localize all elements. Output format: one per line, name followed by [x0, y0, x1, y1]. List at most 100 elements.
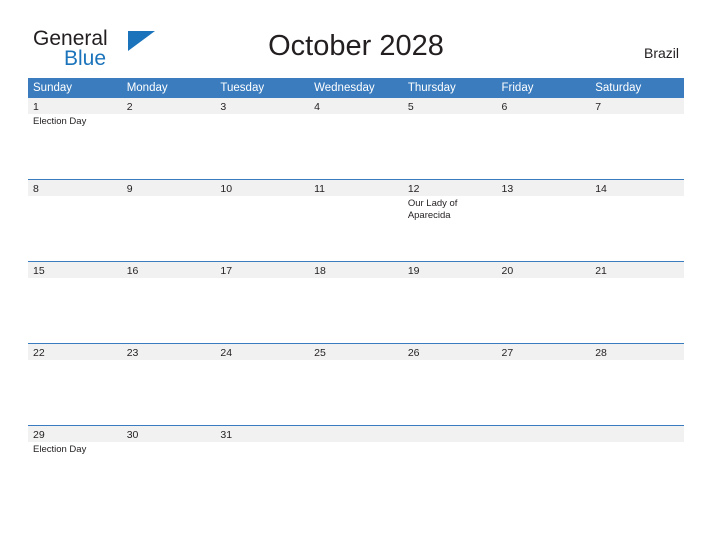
calendar-table: Sunday Monday Tuesday Wednesday Thursday Frid… [28, 78, 684, 507]
calendar-cell-day-26[interactable]: 26 [402, 343, 497, 426]
page-title: October 2028 [268, 30, 444, 62]
calendar-cell-day-15[interactable]: 15 [28, 261, 122, 344]
calendar-cell-day-20[interactable]: 20 [496, 261, 591, 344]
day-number: 8 [28, 180, 122, 196]
calendar-cell-day-27[interactable]: 27 [496, 343, 591, 426]
calendar-cell-day-4[interactable]: 4 [309, 98, 403, 180]
weekday-header-thursday: Thursday [402, 78, 497, 98]
calendar-cell-day-3[interactable]: 3 [215, 98, 310, 180]
calendar-cell-day-13[interactable]: 13 [496, 179, 591, 262]
day-number: 26 [402, 344, 497, 360]
calendar-cell-day-16[interactable]: 16 [121, 261, 216, 344]
day-number [590, 426, 684, 442]
day-number: 4 [309, 98, 403, 114]
calendar-week-row: 22 23 24 25 26 27 28 [28, 343, 684, 426]
day-number: 30 [121, 426, 216, 442]
day-number: 1 [28, 98, 122, 114]
calendar-cell-day-31[interactable]: 31 [215, 425, 310, 507]
calendar-cell-empty [402, 425, 497, 507]
day-number: 16 [121, 262, 216, 278]
day-events [309, 360, 403, 362]
day-number: 11 [309, 180, 403, 196]
event-label: Election Day [33, 116, 87, 127]
day-events [590, 196, 684, 198]
day-number: 13 [496, 180, 591, 196]
calendar-cell-day-21[interactable]: 21 [590, 261, 684, 344]
day-number: 10 [215, 180, 310, 196]
day-events: Election Day [28, 442, 122, 456]
calendar-cell-day-1[interactable]: 1 Election Day [28, 98, 122, 180]
day-events [122, 360, 216, 362]
day-events [497, 114, 591, 116]
event-label: Our Lady of Aparecida [407, 198, 458, 221]
day-events [403, 278, 497, 280]
calendar-cell-day-18[interactable]: 18 [309, 261, 403, 344]
day-events [497, 196, 591, 198]
day-number: 3 [215, 98, 310, 114]
calendar-cell-day-2[interactable]: 2 [121, 98, 216, 180]
day-number: 15 [28, 262, 122, 278]
day-events [122, 196, 216, 198]
day-number: 28 [590, 344, 684, 360]
calendar-cell-day-9[interactable]: 9 [121, 179, 216, 262]
day-number: 7 [590, 98, 684, 114]
day-events [215, 196, 309, 198]
day-number: 6 [496, 98, 591, 114]
calendar-cell-day-25[interactable]: 25 [309, 343, 403, 426]
day-events [28, 196, 122, 198]
calendar-cell-day-7[interactable]: 7 [590, 98, 684, 180]
day-events [28, 278, 122, 280]
calendar-cell-day-6[interactable]: 6 [496, 98, 591, 180]
day-events [497, 360, 591, 362]
calendar-body: 1 Election Day 2 3 4 5 6 7 8 9 10 11 12 Our Lady of A… [28, 98, 684, 507]
calendar-cell-day-23[interactable]: 23 [121, 343, 216, 426]
day-events [497, 278, 591, 280]
calendar-cell-empty [590, 425, 684, 507]
calendar-cell-day-11[interactable]: 11 [309, 179, 403, 262]
day-number: 22 [28, 344, 122, 360]
day-events: Election Day [28, 114, 122, 128]
calendar-week-row: 29 Election Day 30 31 [28, 425, 684, 507]
calendar-week-row: 1 Election Day 2 3 4 5 6 7 [28, 98, 684, 180]
calendar-cell-day-28[interactable]: 28 [590, 343, 684, 426]
day-number [402, 426, 497, 442]
calendar-cell-day-24[interactable]: 24 [215, 343, 310, 426]
weekday-header-saturday: Saturday [590, 78, 684, 98]
calendar-cell-empty [309, 425, 403, 507]
weekday-header-sunday: Sunday [28, 78, 122, 98]
calendar-page: General Blue October 2028 Brazil Sunday M… [0, 0, 712, 550]
calendar-cell-day-14[interactable]: 14 [590, 179, 684, 262]
day-number [309, 426, 403, 442]
weekday-header-wednesday: Wednesday [309, 78, 403, 98]
calendar-grid: Sunday Monday Tuesday Wednesday Thursday Frid… [28, 78, 684, 507]
weekday-header-monday: Monday [121, 78, 216, 98]
country-label: Brazil [643, 45, 679, 61]
day-events [590, 278, 684, 280]
day-number: 23 [121, 344, 216, 360]
page-header: General Blue October 2028 Brazil [0, 0, 712, 78]
day-events [215, 278, 309, 280]
calendar-cell-day-19[interactable]: 19 [402, 261, 497, 344]
day-number: 18 [309, 262, 403, 278]
calendar-cell-day-22[interactable]: 22 [28, 343, 122, 426]
day-events: Our Lady of Aparecida [403, 196, 497, 222]
day-number: 14 [590, 180, 684, 196]
day-number: 2 [121, 98, 216, 114]
calendar-cell-day-10[interactable]: 10 [215, 179, 310, 262]
calendar-cell-day-5[interactable]: 5 [402, 98, 497, 180]
day-number: 27 [496, 344, 591, 360]
calendar-cell-day-8[interactable]: 8 [28, 179, 122, 262]
day-events [590, 442, 684, 444]
day-number: 5 [402, 98, 497, 114]
day-number: 17 [215, 262, 310, 278]
calendar-cell-day-30[interactable]: 30 [121, 425, 216, 507]
day-events [403, 360, 497, 362]
calendar-cell-day-17[interactable]: 17 [215, 261, 310, 344]
calendar-week-row: 15 16 17 18 19 20 21 [28, 261, 684, 344]
day-number: 31 [215, 426, 310, 442]
day-number: 21 [590, 262, 684, 278]
day-number: 25 [309, 344, 403, 360]
calendar-cell-day-29[interactable]: 29 Election Day [28, 425, 122, 507]
calendar-cell-day-12[interactable]: 12 Our Lady of Aparecida [402, 179, 497, 262]
event-label: Election Day [33, 444, 87, 455]
